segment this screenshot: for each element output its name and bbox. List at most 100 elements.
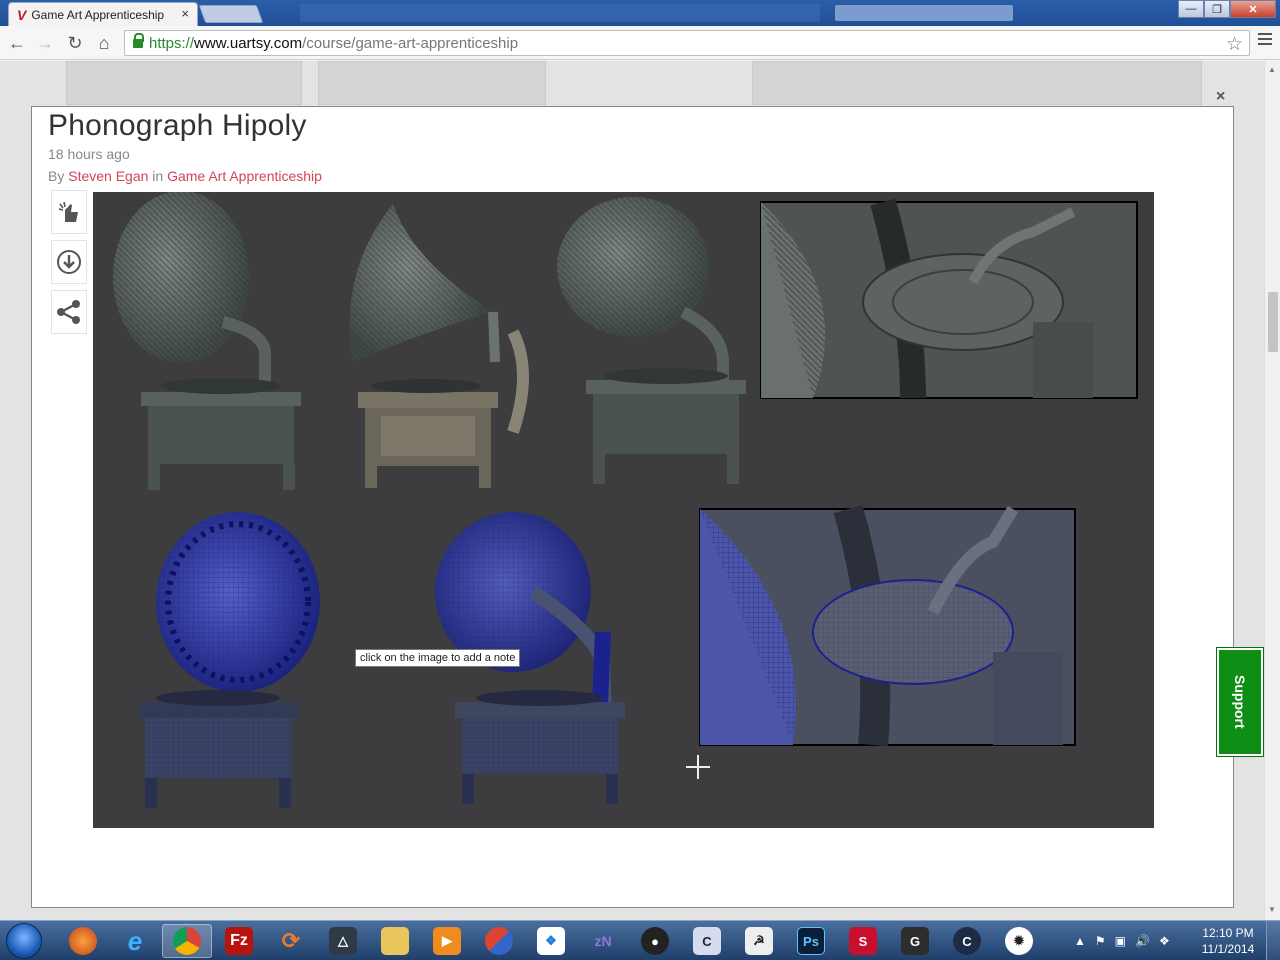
scroll-down-icon[interactable]: ▼ (1268, 905, 1276, 914)
browser-toolbar: ← → ↻ ⌂ https:// www.uartsy.com /course/… (0, 26, 1280, 60)
forward-arrow-icon[interactable]: → (34, 32, 56, 54)
ie-taskbar-button[interactable]: e (110, 924, 160, 958)
taskbar-apps: e Fz ⟳ △ ▶ ❖ zN ● C ☭ Ps S G C ✹ (58, 924, 1046, 958)
cortex-taskbar-button[interactable]: C (942, 924, 992, 958)
autodesk-taskbar-button[interactable]: ⟳ (266, 924, 316, 958)
back-arrow-icon[interactable]: ← (6, 32, 28, 54)
network-icon[interactable]: ▣ (1115, 934, 1126, 948)
like-button[interactable] (51, 190, 87, 234)
url-scheme: https:// (149, 34, 195, 52)
post-byline: By Steven Egan in Game Art Apprenticeshi… (48, 168, 322, 184)
download-icon (57, 250, 81, 274)
bookmark-star-icon[interactable]: ☆ (1226, 33, 1243, 56)
cortana-icon: C (953, 927, 981, 955)
scroll-up-icon[interactable]: ▲ (1268, 65, 1276, 74)
tray-expand-icon[interactable]: ▲ (1074, 934, 1086, 948)
like-icon (58, 201, 78, 222)
media-player-icon: ▶ (433, 927, 461, 955)
window-close-button[interactable]: ✕ (1230, 0, 1276, 18)
unity-icon: △ (329, 927, 357, 955)
phonograph-grey-3 (557, 197, 746, 484)
dropbox-tray-icon[interactable]: ❖ (1159, 934, 1170, 948)
artwork-tools (51, 190, 87, 340)
cinema-icon: C (693, 927, 721, 955)
detail-panel-blue (699, 504, 1076, 747)
zn-taskbar-button[interactable]: zN (578, 924, 628, 958)
zbrush-icon: ☭ (745, 927, 773, 955)
firefox-icon (69, 927, 97, 955)
dropbox-icon: ❖ (537, 927, 565, 955)
unity-taskbar-button[interactable]: △ (318, 924, 368, 958)
background-card (752, 61, 1202, 105)
windows-taskbar: e Fz ⟳ △ ▶ ❖ zN ● C ☭ Ps S G C ✹ ▲ ⚑ ▣ 🔊… (0, 920, 1280, 960)
artwork-modal: Phonograph Hipoly 18 hours ago By Steven… (31, 106, 1234, 908)
tab-close-icon[interactable]: × (181, 6, 189, 21)
window-controls: — ❐ ✕ (1178, 0, 1276, 18)
substance-taskbar-button[interactable]: S (838, 924, 888, 958)
internet-explorer-icon: e (127, 925, 143, 956)
url-host: www.uartsy.com (194, 34, 303, 52)
download-button[interactable] (51, 240, 87, 284)
zn-icon: zN (594, 933, 612, 949)
zbrush-taskbar-button[interactable]: ☭ (734, 924, 784, 958)
phonograph-grey-2 (349, 204, 529, 488)
chrome-icon (173, 927, 201, 955)
flag-icon[interactable]: ⚑ (1095, 934, 1106, 948)
lightroom-taskbar-button[interactable]: ✹ (994, 924, 1044, 958)
clock-time: 12:10 PM (1202, 926, 1254, 940)
3dsmax-taskbar-button[interactable]: G (890, 924, 940, 958)
phonograph-blue-1 (138, 512, 320, 808)
firefox-taskbar-button[interactable] (58, 924, 108, 958)
background-card (318, 61, 546, 105)
artwork-image[interactable]: click on the image to add a note (93, 192, 1154, 828)
start-button[interactable] (6, 923, 42, 959)
page-scrollbar[interactable]: ▲ ▼ (1264, 61, 1280, 920)
volume-icon[interactable]: 🔊 (1135, 934, 1150, 948)
modal-close-icon[interactable]: × (1216, 88, 1225, 106)
post-title: Phonograph Hipoly (48, 109, 307, 142)
clock-date: 11/1/2014 (1201, 942, 1255, 956)
show-desktop-button[interactable] (1266, 921, 1280, 960)
media-player-taskbar-button[interactable]: ▶ (422, 924, 472, 958)
crossover-icon (485, 927, 513, 955)
aperture-icon: ✹ (1005, 927, 1033, 955)
background-card (66, 61, 302, 105)
maximize-button[interactable]: ❐ (1204, 0, 1230, 18)
browser-tab[interactable]: V Game Art Apprenticeship × (8, 2, 198, 26)
dropbox-taskbar-button[interactable]: ❖ (526, 924, 576, 958)
system-tray: ▲ ⚑ ▣ 🔊 ❖ (1074, 921, 1179, 960)
support-button[interactable]: Support (1216, 647, 1264, 757)
byline-prefix: By (48, 168, 65, 184)
crosshair-cursor-icon (686, 755, 710, 779)
paint-taskbar-button[interactable]: ● (630, 924, 680, 958)
crossover-taskbar-button[interactable] (474, 924, 524, 958)
address-bar[interactable]: https:// www.uartsy.com /course/game-art… (124, 30, 1250, 56)
background-window-search (835, 5, 1013, 21)
detail-panel-grey (760, 198, 1138, 399)
browser-menu-icon[interactable] (1258, 33, 1272, 48)
background-window-title (300, 4, 820, 22)
photoshop-icon: Ps (797, 927, 825, 955)
home-icon[interactable]: ⌂ (93, 32, 115, 54)
scroll-thumb[interactable] (1268, 292, 1278, 352)
photoshop-taskbar-button[interactable]: Ps (786, 924, 836, 958)
url-path: /course/game-art-apprenticeship (302, 34, 519, 52)
author-link[interactable]: Steven Egan (68, 168, 148, 184)
cinema-taskbar-button[interactable]: C (682, 924, 732, 958)
paint-tool-icon: ● (641, 927, 669, 955)
post-timestamp: 18 hours ago (48, 146, 130, 162)
new-tab-button[interactable] (198, 5, 264, 23)
taskbar-clock[interactable]: 12:10 PM 11/1/2014 (1196, 925, 1260, 957)
support-label: Support (1232, 675, 1248, 729)
chrome-taskbar-button[interactable] (162, 924, 212, 958)
filezilla-taskbar-button[interactable]: Fz (214, 924, 264, 958)
uartsy-favicon-icon: V (17, 6, 27, 23)
3ds-max-icon: G (901, 927, 929, 955)
course-link[interactable]: Game Art Apprenticeship (167, 168, 322, 184)
share-button[interactable] (51, 290, 87, 334)
explorer-taskbar-button[interactable] (370, 924, 420, 958)
phonograph-grey-1 (113, 192, 301, 490)
reload-icon[interactable]: ↻ (64, 32, 86, 54)
filezilla-icon: Fz (225, 927, 253, 955)
minimize-button[interactable]: — (1178, 0, 1204, 18)
